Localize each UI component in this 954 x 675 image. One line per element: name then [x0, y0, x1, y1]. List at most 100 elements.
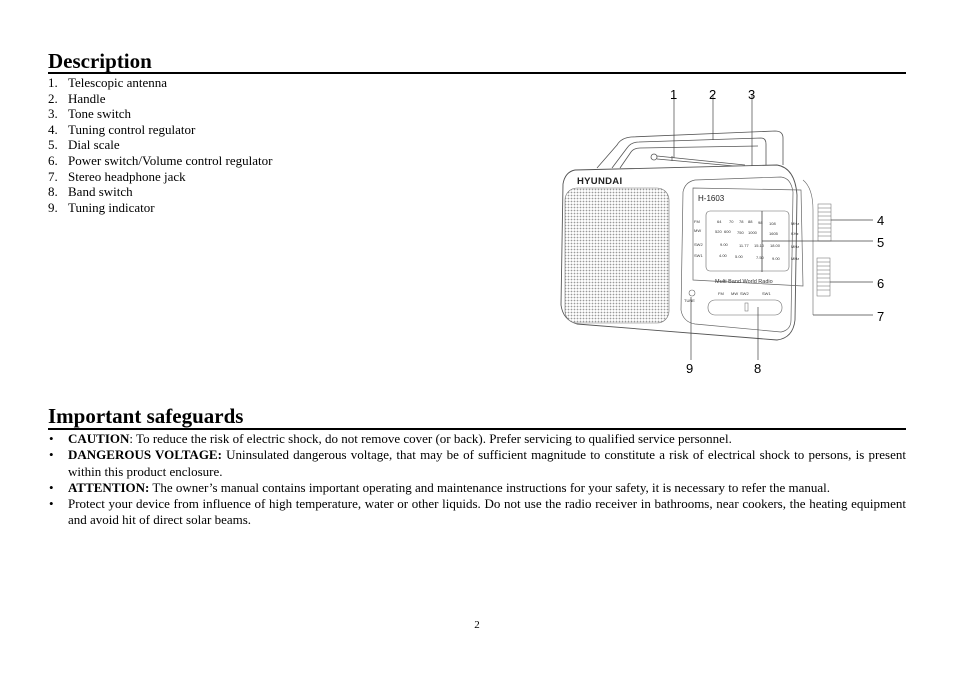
band-name: SW1 — [694, 253, 703, 258]
bullet-icon: • — [49, 447, 54, 463]
description-divider — [48, 72, 906, 74]
model-label: H-1603 — [698, 194, 725, 203]
dial-mark: 78 — [739, 219, 744, 224]
dial-mark: 1605 — [769, 231, 779, 236]
safeguards-divider — [48, 428, 906, 430]
item-number: 4. — [48, 121, 58, 137]
list-item: 8. Band switch — [48, 184, 272, 200]
safeguards-list: • CAUTION: To reduce the risk of electric… — [48, 431, 906, 529]
dial-mark: 750 — [737, 230, 744, 235]
dial-mark: 600 — [724, 229, 731, 234]
list-item: 9. Tuning indicator — [48, 200, 272, 216]
item-lead: ATTENTION: — [68, 479, 150, 495]
safeguards-heading: Important safeguards — [48, 404, 244, 428]
band-switch-label: SW1 — [762, 291, 771, 296]
item-label: Power switch/Volume control regulator — [68, 152, 273, 168]
item-number: 8. — [48, 184, 58, 200]
item-label: Dial scale — [68, 137, 120, 153]
dial-mark: 15.10 — [754, 243, 765, 248]
band-name: FM — [694, 219, 700, 224]
callout-number: 6 — [877, 276, 884, 291]
item-number: 1. — [48, 75, 58, 90]
bullet-icon: • — [49, 496, 54, 512]
list-item: 4. Tuning control regulator — [48, 122, 272, 138]
antenna-shape — [650, 153, 746, 168]
item-number: 3. — [48, 106, 58, 122]
item-label: Band switch — [68, 184, 133, 200]
callout-number: 7 — [877, 309, 884, 324]
item-number: 6. — [48, 152, 58, 168]
brand-logo: HYUNDAI — [577, 176, 622, 187]
band-name: MW — [694, 228, 701, 233]
bullet-icon: • — [49, 431, 54, 446]
tune-label: TUNE — [684, 298, 695, 303]
list-item: • DANGEROUS VOLTAGE: Uninsulated dangerou… — [48, 447, 906, 480]
dial-mark: 11.77 — [739, 243, 749, 248]
speaker-grille — [564, 187, 670, 324]
item-text: To reduce the risk of electric shock, do… — [133, 431, 732, 446]
item-number: 5. — [48, 137, 58, 153]
band-name: SW2 — [694, 242, 703, 247]
item-label: Stereo headphone jack — [68, 168, 186, 184]
list-item: • Protect your device from influence of h… — [48, 496, 906, 529]
item-number: 2. — [48, 90, 58, 106]
dial-mark: 520 — [715, 229, 722, 234]
item-number: 7. — [48, 168, 58, 184]
dial-unit: KHz — [791, 231, 799, 236]
dial-mark: 18.00 — [770, 243, 781, 248]
dial-mark: 64 — [717, 219, 722, 224]
item-label: Telescopic antenna — [68, 75, 168, 90]
description-heading: Description — [48, 49, 152, 73]
dial-mark: 9.00 — [720, 242, 729, 247]
callout-number: 1 — [670, 87, 677, 102]
callout-number: 8 — [754, 361, 761, 376]
radio-diagram: HYUNDAI H-1603 FM MW SW2 SW1 64 70 78 88… — [555, 80, 895, 380]
description-list: 1. Telescopic antenna 2. Handle 3. Tone swi… — [48, 75, 272, 215]
list-item: 6. Power switch/Volume control regulator — [48, 153, 272, 169]
dial-mark: 7.50 — [756, 255, 765, 260]
callout-number: 4 — [877, 213, 884, 228]
callout-number: 9 — [686, 361, 693, 376]
dial-mark: 88 — [748, 219, 753, 224]
item-lead: DANGEROUS VOLTAGE: — [68, 447, 222, 463]
handle-shape — [596, 130, 784, 169]
item-lead: CAUTION — [68, 431, 130, 446]
list-item: 2. Handle — [48, 91, 272, 107]
bullet-icon: • — [49, 479, 54, 495]
dial-unit: MHz — [791, 244, 799, 249]
radio-illustration: HYUNDAI H-1603 FM MW SW2 SW1 64 70 78 88… — [560, 87, 884, 376]
item-label: Tuning indicator — [68, 199, 155, 215]
callout-number: 2 — [709, 87, 716, 102]
item-label: Tone switch — [68, 106, 131, 122]
list-item: 7. Stereo headphone jack — [48, 169, 272, 185]
subtitle-label: Multi Band World Radio — [715, 279, 773, 285]
volume-knob — [816, 257, 831, 297]
band-switch-label: MW — [731, 291, 738, 296]
band-switch-label: SW2 — [740, 291, 749, 296]
item-number: 9. — [48, 199, 58, 215]
item-label: Handle — [68, 90, 106, 106]
dial-mark: 4.00 — [719, 253, 728, 258]
dial-unit: MHz — [791, 221, 799, 226]
body-right-edge — [802, 179, 814, 315]
dial-mark: 9.00 — [772, 256, 781, 261]
band-switch-label: FM — [718, 291, 724, 296]
list-item: • ATTENTION: The owner’s manual contains … — [48, 480, 906, 496]
dial-mark: 98 — [758, 220, 763, 225]
callout-number: 3 — [748, 87, 755, 102]
dial-unit: MHz — [791, 256, 799, 261]
dial-mark: 70 — [729, 219, 734, 224]
page-number: 2 — [474, 619, 480, 631]
list-item: 5. Dial scale — [48, 137, 272, 153]
item-label: Tuning control regulator — [68, 121, 196, 137]
dial-mark: 5.00 — [735, 254, 744, 259]
dial-mark: 108 — [769, 221, 776, 226]
item-text: The owner’s manual contains important op… — [149, 479, 830, 495]
list-item: 1. Telescopic antenna — [48, 75, 272, 91]
tuning-knob — [817, 203, 832, 242]
item-text: Protect your device from influence of hi… — [68, 496, 906, 528]
dial-mark: 1000 — [748, 230, 758, 235]
list-item: • CAUTION: To reduce the risk of electric… — [48, 431, 906, 447]
callout-number: 5 — [877, 235, 884, 250]
list-item: 3. Tone switch — [48, 106, 272, 122]
